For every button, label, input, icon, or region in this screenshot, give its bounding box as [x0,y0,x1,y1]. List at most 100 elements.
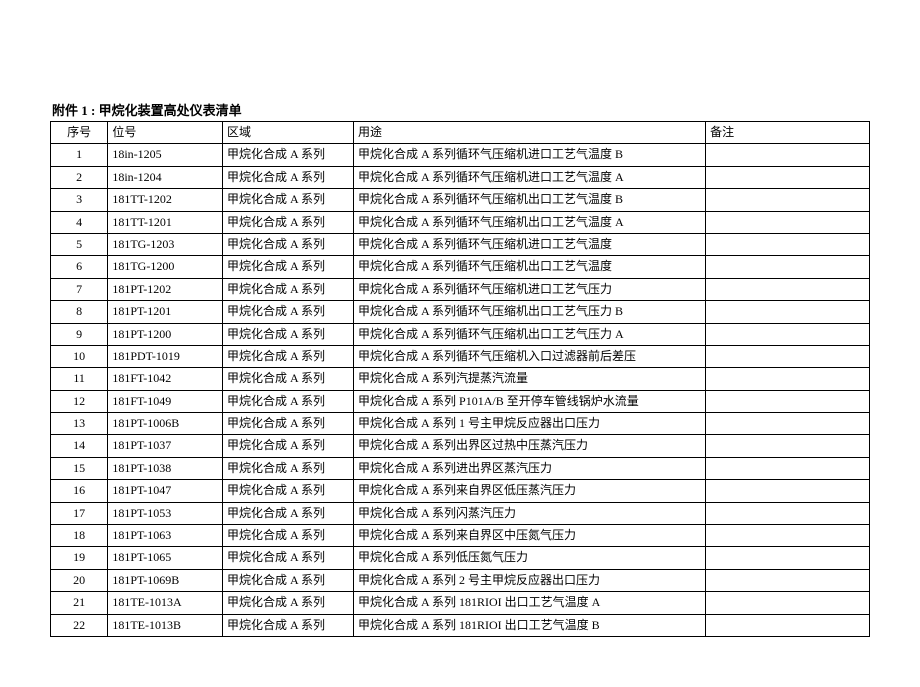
cell-area: 甲烷化合成 A 系列 [222,278,353,300]
table-row: 6181TG-1200甲烷化合成 A 系列甲烷化合成 A 系列循环气压缩机出口工… [51,256,870,278]
cell-note [706,256,870,278]
table-body: 118in-1205甲烷化合成 A 系列甲烷化合成 A 系列循环气压缩机进口工艺… [51,144,870,637]
table-row: 15181PT-1038甲烷化合成 A 系列甲烷化合成 A 系列进出界区蒸汽压力 [51,457,870,479]
table-row: 3181TT-1202甲烷化合成 A 系列甲烷化合成 A 系列循环气压缩机出口工… [51,189,870,211]
cell-note [706,592,870,614]
cell-seq: 3 [51,189,108,211]
cell-seq: 10 [51,345,108,367]
cell-use: 甲烷化合成 A 系列 1 号主甲烷反应器出口压力 [354,413,706,435]
cell-tag: 181PT-1202 [108,278,223,300]
cell-note [706,368,870,390]
cell-note [706,480,870,502]
cell-area: 甲烷化合成 A 系列 [222,457,353,479]
cell-tag: 181PT-1200 [108,323,223,345]
cell-tag: 181PT-1038 [108,457,223,479]
cell-use: 甲烷化合成 A 系列循环气压缩机入口过滤器前后差压 [354,345,706,367]
cell-tag: 181PT-1065 [108,547,223,569]
cell-use: 甲烷化合成 A 系列循环气压缩机进口工艺气压力 [354,278,706,300]
cell-note [706,144,870,166]
table-row: 22181TE-1013B甲烷化合成 A 系列甲烷化合成 A 系列 181RIO… [51,614,870,636]
cell-use: 甲烷化合成 A 系列低压氮气压力 [354,547,706,569]
cell-use: 甲烷化合成 A 系列闪蒸汽压力 [354,502,706,524]
cell-seq: 19 [51,547,108,569]
cell-use: 甲烷化合成 A 系列循环气压缩机进口工艺气温度 [354,233,706,255]
cell-seq: 1 [51,144,108,166]
cell-seq: 13 [51,413,108,435]
cell-use: 甲烷化合成 A 系列循环气压缩机出口工艺气温度 A [354,211,706,233]
header-area: 区域 [222,122,353,144]
cell-area: 甲烷化合成 A 系列 [222,592,353,614]
cell-note [706,413,870,435]
cell-area: 甲烷化合成 A 系列 [222,189,353,211]
cell-tag: 181FT-1042 [108,368,223,390]
cell-seq: 14 [51,435,108,457]
cell-tag: 181PT-1063 [108,525,223,547]
cell-note [706,278,870,300]
instrument-table: 序号 位号 区域 用途 备注 118in-1205甲烷化合成 A 系列甲烷化合成… [50,121,870,637]
cell-seq: 6 [51,256,108,278]
cell-area: 甲烷化合成 A 系列 [222,413,353,435]
table-row: 16181PT-1047甲烷化合成 A 系列甲烷化合成 A 系列来自界区低压蒸汽… [51,480,870,502]
cell-tag: 181TG-1203 [108,233,223,255]
cell-use: 甲烷化合成 A 系列 181RIOI 出口工艺气温度 B [354,614,706,636]
cell-note [706,323,870,345]
cell-area: 甲烷化合成 A 系列 [222,323,353,345]
cell-seq: 12 [51,390,108,412]
cell-area: 甲烷化合成 A 系列 [222,569,353,591]
cell-seq: 8 [51,301,108,323]
table-row: 13181PT-1006B甲烷化合成 A 系列甲烷化合成 A 系列 1 号主甲烷… [51,413,870,435]
cell-use: 甲烷化合成 A 系列出界区过热中压蒸汽压力 [354,435,706,457]
header-tag: 位号 [108,122,223,144]
table-row: 18181PT-1063甲烷化合成 A 系列甲烷化合成 A 系列来自界区中压氮气… [51,525,870,547]
table-row: 8181PT-1201甲烷化合成 A 系列甲烷化合成 A 系列循环气压缩机出口工… [51,301,870,323]
cell-note [706,345,870,367]
cell-tag: 181PT-1053 [108,502,223,524]
table-row: 218in-1204甲烷化合成 A 系列甲烷化合成 A 系列循环气压缩机进口工艺… [51,166,870,188]
cell-note [706,390,870,412]
cell-use: 甲烷化合成 A 系列循环气压缩机出口工艺气压力 A [354,323,706,345]
table-row: 4181TT-1201甲烷化合成 A 系列甲烷化合成 A 系列循环气压缩机出口工… [51,211,870,233]
cell-tag: 181TT-1201 [108,211,223,233]
attachment-title: 附件 1 : 甲烷化装置高处仪表清单 [50,100,870,119]
table-row: 10181PDT-1019甲烷化合成 A 系列甲烷化合成 A 系列循环气压缩机入… [51,345,870,367]
cell-tag: 181FT-1049 [108,390,223,412]
cell-seq: 7 [51,278,108,300]
cell-area: 甲烷化合成 A 系列 [222,211,353,233]
table-row: 21181TE-1013A甲烷化合成 A 系列甲烷化合成 A 系列 181RIO… [51,592,870,614]
cell-seq: 18 [51,525,108,547]
cell-use: 甲烷化合成 A 系列循环气压缩机进口工艺气温度 A [354,166,706,188]
cell-note [706,435,870,457]
cell-tag: 181TT-1202 [108,189,223,211]
cell-area: 甲烷化合成 A 系列 [222,166,353,188]
cell-note [706,569,870,591]
table-row: 118in-1205甲烷化合成 A 系列甲烷化合成 A 系列循环气压缩机进口工艺… [51,144,870,166]
cell-note [706,211,870,233]
cell-tag: 181TE-1013A [108,592,223,614]
cell-seq: 17 [51,502,108,524]
cell-area: 甲烷化合成 A 系列 [222,502,353,524]
cell-area: 甲烷化合成 A 系列 [222,525,353,547]
cell-tag: 181PT-1006B [108,413,223,435]
cell-use: 甲烷化合成 A 系列循环气压缩机出口工艺气温度 B [354,189,706,211]
cell-use: 甲烷化合成 A 系列汽提蒸汽流量 [354,368,706,390]
cell-seq: 5 [51,233,108,255]
table-row: 19181PT-1065甲烷化合成 A 系列甲烷化合成 A 系列低压氮气压力 [51,547,870,569]
cell-note [706,301,870,323]
cell-area: 甲烷化合成 A 系列 [222,547,353,569]
cell-tag: 181PT-1201 [108,301,223,323]
cell-area: 甲烷化合成 A 系列 [222,480,353,502]
cell-use: 甲烷化合成 A 系列 181RIOI 出口工艺气温度 A [354,592,706,614]
cell-seq: 4 [51,211,108,233]
cell-note [706,233,870,255]
cell-area: 甲烷化合成 A 系列 [222,614,353,636]
header-note: 备注 [706,122,870,144]
cell-seq: 21 [51,592,108,614]
cell-use: 甲烷化合成 A 系列来自界区中压氮气压力 [354,525,706,547]
cell-tag: 181PT-1037 [108,435,223,457]
header-seq: 序号 [51,122,108,144]
cell-use: 甲烷化合成 A 系列 P101A/B 至开停车管线锅炉水流量 [354,390,706,412]
cell-use: 甲烷化合成 A 系列循环气压缩机进口工艺气温度 B [354,144,706,166]
cell-seq: 16 [51,480,108,502]
table-row: 12181FT-1049甲烷化合成 A 系列甲烷化合成 A 系列 P101A/B… [51,390,870,412]
cell-note [706,457,870,479]
